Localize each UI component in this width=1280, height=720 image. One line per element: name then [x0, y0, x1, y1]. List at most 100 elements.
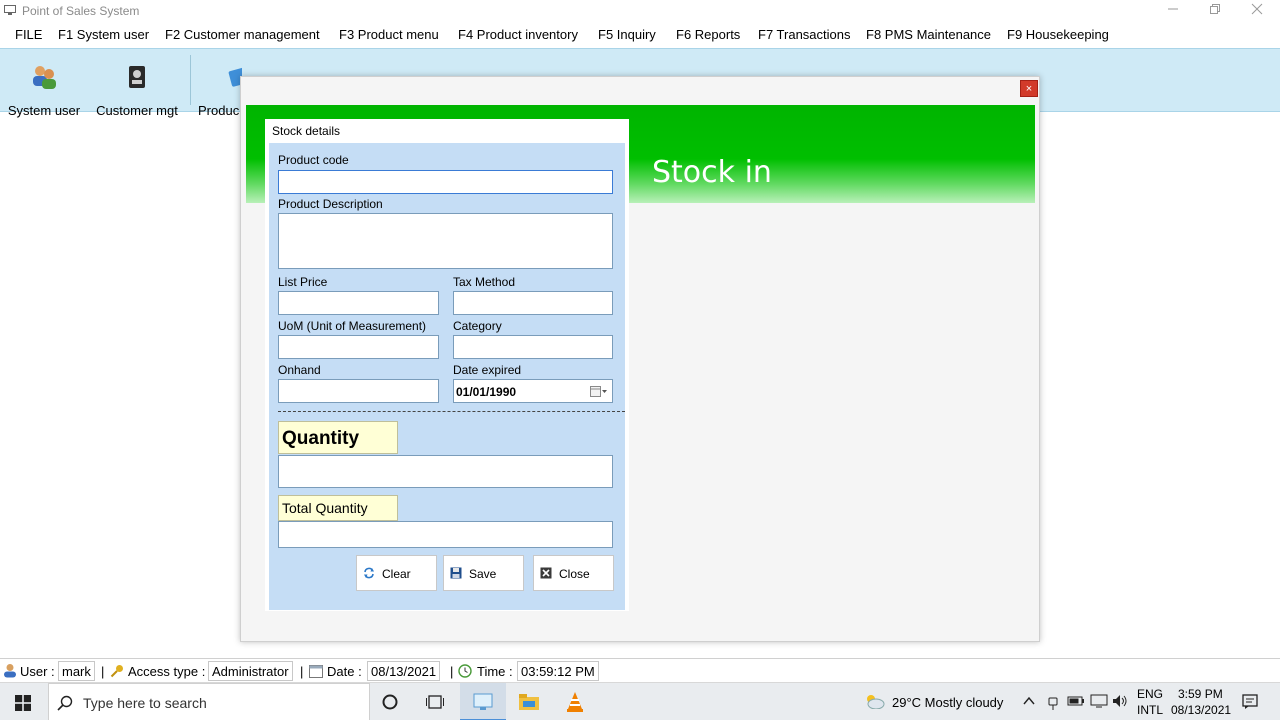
stock-details-form: Product code Product Description List Pr…	[269, 143, 625, 610]
taskbar-search[interactable]: Type here to search	[48, 683, 370, 720]
network-plug-icon[interactable]	[1047, 694, 1059, 710]
clock-time[interactable]: 3:59 PM	[1178, 687, 1223, 701]
weather-text[interactable]: 29°C Mostly cloudy	[892, 695, 1003, 710]
toolbar-customer-mgt-button[interactable]: Customer mgt	[92, 63, 182, 118]
display-icon[interactable]	[1090, 694, 1108, 708]
close-window-button[interactable]	[1234, 0, 1280, 22]
minimize-icon	[1168, 8, 1178, 10]
quantity-label: Quantity	[278, 421, 398, 454]
product-code-label: Product code	[278, 153, 349, 167]
start-button[interactable]	[0, 683, 46, 720]
panel-title: Stock details	[272, 124, 341, 138]
taskbar-vlc[interactable]	[552, 683, 598, 720]
calendar-icon	[309, 665, 323, 678]
menu-product-menu[interactable]: F3 Product menu	[339, 27, 439, 42]
clear-button-label: Clear	[382, 567, 411, 581]
menu-system-user[interactable]: F1 System user	[58, 27, 149, 42]
status-divider: |	[101, 664, 105, 679]
total-quantity-input[interactable]	[278, 521, 613, 548]
chevron-up-icon[interactable]	[1023, 696, 1035, 706]
toolbar-system-user-button[interactable]: System user	[6, 63, 82, 118]
weather-cloud-icon	[867, 695, 885, 709]
clear-button[interactable]: Clear	[356, 555, 437, 591]
menu-product-inventory[interactable]: F4 Product inventory	[458, 27, 578, 42]
status-divider: |	[450, 664, 454, 679]
notifications-icon[interactable]	[1242, 694, 1258, 710]
product-code-input[interactable]	[278, 170, 613, 194]
maximize-button[interactable]	[1192, 0, 1238, 22]
date-value: 08/13/2021	[367, 661, 441, 681]
search-placeholder: Type here to search	[83, 695, 207, 711]
date-expired-picker[interactable]: 01/01/1990	[453, 379, 613, 403]
stock-details-panel: Stock details Product code Product Descr…	[265, 119, 629, 611]
menu-reports[interactable]: F6 Reports	[676, 27, 740, 42]
product-description-label: Product Description	[278, 197, 383, 211]
menu-transactions[interactable]: F7 Transactions	[758, 27, 851, 42]
toolbar-system-user-label: System user	[7, 103, 81, 118]
language-top[interactable]: ENG	[1137, 687, 1163, 701]
date-label: Date :	[327, 664, 362, 679]
toolbar-customer-mgt-label: Customer mgt	[96, 103, 178, 118]
refresh-icon	[364, 567, 374, 579]
status-divider: |	[300, 664, 304, 679]
key-icon	[110, 665, 123, 678]
toolbar-product-button[interactable]: Produc	[198, 63, 242, 118]
time-value: 03:59:12 PM	[517, 661, 599, 681]
user-icon	[4, 664, 16, 678]
vlc-cone-icon	[567, 692, 583, 712]
uom-label: UoM (Unit of Measurement)	[278, 319, 427, 333]
app-window-icon	[473, 693, 493, 710]
close-box-icon	[540, 567, 552, 579]
time-label: Time :	[477, 664, 513, 679]
section-divider	[278, 411, 625, 412]
date-expired-label: Date expired	[453, 363, 522, 377]
category-input[interactable]	[453, 335, 613, 359]
cortana-icon[interactable]	[382, 694, 398, 710]
user-label: User :	[20, 664, 55, 679]
taskbar: Type here to search 29°C Mostly cloudy E…	[0, 682, 1280, 720]
menu-file[interactable]: FILE	[15, 27, 42, 42]
product-description-input[interactable]	[278, 213, 613, 269]
menu-pms-maintenance[interactable]: F8 PMS Maintenance	[866, 27, 991, 42]
task-view-icon[interactable]	[426, 694, 444, 710]
total-quantity-label: Total Quantity	[278, 495, 398, 521]
calendar-dropdown-icon[interactable]	[590, 385, 608, 398]
close-icon	[1251, 3, 1263, 15]
tax-method-input[interactable]	[453, 291, 613, 315]
close-button[interactable]: Close	[533, 555, 614, 591]
minimize-button[interactable]	[1150, 0, 1196, 22]
language-bottom[interactable]: INTL	[1137, 703, 1163, 717]
battery-icon[interactable]	[1067, 694, 1085, 708]
title-bar: Point of Sales System	[0, 0, 1280, 22]
volume-icon[interactable]	[1112, 694, 1128, 708]
onhand-input[interactable]	[278, 379, 439, 403]
app-icon	[4, 5, 16, 15]
menu-customer-management[interactable]: F2 Customer management	[165, 27, 320, 42]
user-value: mark	[58, 661, 95, 681]
access-type-label: Access type :	[128, 664, 206, 679]
save-button[interactable]: Save	[443, 555, 524, 591]
list-price-input[interactable]	[278, 291, 439, 315]
banner-title: Stock in	[652, 155, 772, 190]
taskbar-app-pos[interactable]	[460, 683, 506, 720]
toolbar-product-label: Produc	[198, 103, 240, 118]
save-button-label: Save	[469, 567, 497, 581]
menu-housekeeping[interactable]: F9 Housekeeping	[1007, 27, 1109, 42]
quantity-input[interactable]	[278, 455, 613, 488]
clock-icon	[458, 664, 472, 678]
dialog-close-button[interactable]: ×	[1020, 80, 1038, 97]
uom-input[interactable]	[278, 335, 439, 359]
taskbar-file-explorer[interactable]	[506, 683, 552, 720]
access-type-value: Administrator	[208, 661, 293, 681]
menu-inquiry[interactable]: F5 Inquiry	[598, 27, 656, 42]
search-icon	[57, 695, 73, 711]
status-bar: User : mark | Access type : Administrato…	[0, 658, 1280, 682]
customer-icon	[129, 66, 145, 88]
onhand-label: Onhand	[278, 363, 321, 377]
date-expired-value: 01/01/1990	[456, 385, 517, 399]
window-title: Point of Sales System	[22, 4, 140, 18]
tax-method-label: Tax Method	[453, 275, 516, 289]
windows-icon	[15, 695, 31, 711]
clock-date[interactable]: 08/13/2021	[1171, 703, 1231, 717]
save-icon	[450, 567, 462, 579]
